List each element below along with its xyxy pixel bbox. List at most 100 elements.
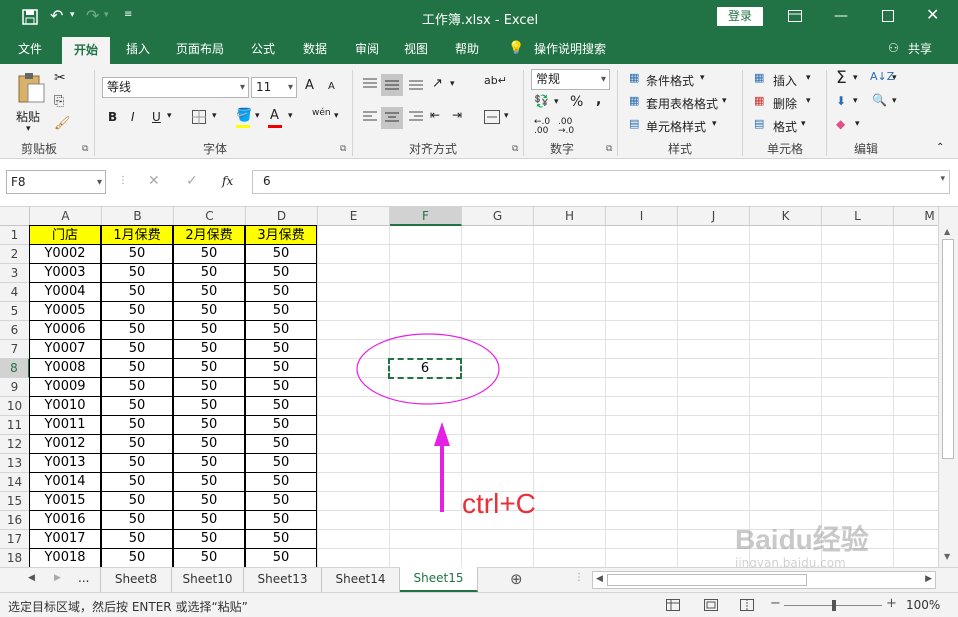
data-cell[interactable]: Y0005 [29,301,101,321]
paste-icon[interactable] [16,72,46,104]
header-cell[interactable]: 门店 [29,225,101,245]
column-header-g[interactable]: G [462,207,534,226]
data-cell[interactable]: 50 [173,301,245,321]
ribbon-display-icon[interactable] [788,10,802,22]
data-cell[interactable]: Y0013 [29,453,101,473]
row-header-18[interactable]: 18 [0,549,30,567]
bold-button[interactable]: B [108,110,117,124]
data-cell[interactable]: 50 [101,358,173,378]
shrink-font-button[interactable]: A [328,81,335,92]
column-header-f[interactable]: F [390,207,462,226]
font-color-dropdown-icon[interactable]: ▾ [288,111,293,121]
data-cell[interactable]: 50 [245,244,317,264]
data-cell[interactable]: 50 [173,282,245,302]
alignment-launcher-icon[interactable]: ⧉ [512,144,518,154]
select-all-button[interactable] [0,207,30,226]
data-cell[interactable]: 50 [101,282,173,302]
data-cell[interactable]: 50 [173,529,245,549]
horizontal-scroll-thumb[interactable] [607,574,807,586]
borders-icon[interactable] [192,110,206,124]
minimize-icon[interactable]: — [834,8,848,24]
column-header-b[interactable]: B [102,207,174,226]
font-size-select[interactable]: 11 ▾ [251,77,297,98]
italic-button[interactable]: I [131,110,135,124]
data-cell[interactable]: 50 [173,320,245,340]
merge-dropdown-icon[interactable]: ▾ [504,111,509,121]
tab-review[interactable]: 审阅 [348,34,386,64]
clear-dropdown-icon[interactable]: ▾ [855,119,860,129]
column-header-a[interactable]: A [30,207,102,226]
data-cell[interactable]: 50 [173,434,245,454]
find-select-dropdown-icon[interactable]: ▾ [892,96,897,106]
align-top-icon[interactable] [362,78,378,90]
column-header-j[interactable]: J [678,207,750,226]
data-cell[interactable]: 50 [245,472,317,492]
data-cell[interactable]: Y0008 [29,358,101,378]
row-header-8[interactable]: 8 [0,359,30,378]
data-cell[interactable]: 50 [173,453,245,473]
number-launcher-icon[interactable]: ⧉ [606,144,612,154]
data-cell[interactable]: 50 [245,529,317,549]
data-cell[interactable]: 50 [245,301,317,321]
row-header-13[interactable]: 13 [0,454,30,473]
column-header-i[interactable]: I [606,207,678,226]
data-cell[interactable]: 50 [101,396,173,416]
format-as-table-button[interactable]: 套用表格格式 [646,95,718,112]
row-header-14[interactable]: 14 [0,473,30,492]
data-cell[interactable]: Y0016 [29,510,101,530]
sheet-tab[interactable]: Sheet10 [172,568,244,592]
data-cell[interactable]: 50 [101,434,173,454]
data-cell[interactable]: 50 [173,491,245,511]
row-header-6[interactable]: 6 [0,321,30,340]
undo-icon[interactable]: ↶ [50,6,63,25]
data-cell[interactable]: 50 [173,358,245,378]
data-cell[interactable]: 50 [101,339,173,359]
align-center-icon[interactable] [384,112,400,124]
data-cell[interactable]: 50 [173,548,245,567]
name-box[interactable]: F8 ▾ [6,170,106,194]
data-cell[interactable]: 50 [173,339,245,359]
increase-indent-icon[interactable]: ⇥ [452,108,462,122]
tab-file[interactable]: 文件 [8,34,52,64]
header-cell[interactable]: 1月保费 [101,225,173,245]
expand-formula-icon[interactable]: ▾ [940,174,945,184]
data-cell[interactable]: 50 [245,282,317,302]
tab-help[interactable]: 帮助 [448,34,486,64]
maximize-icon[interactable] [882,10,894,22]
conditional-formatting-button[interactable]: 条件格式 [646,72,694,89]
prev-sheet-icon[interactable]: ◀ [28,573,35,583]
cut-icon[interactable]: ✂ [54,70,66,86]
find-select-icon[interactable]: 🔍 [872,93,887,107]
share-button[interactable]: 共享 [904,34,936,64]
row-header-7[interactable]: 7 [0,340,30,359]
data-cell[interactable]: Y0015 [29,491,101,511]
row-header-15[interactable]: 15 [0,492,30,511]
borders-dropdown-icon[interactable]: ▾ [212,111,217,121]
column-header-e[interactable]: E [318,207,390,226]
align-middle-icon[interactable] [384,79,400,91]
copy-icon[interactable]: ⎘ [54,94,64,109]
scroll-down-icon[interactable]: ▼ [944,552,950,561]
page-break-view-icon[interactable] [740,599,754,611]
data-cell[interactable]: 50 [101,244,173,264]
data-cell[interactable]: Y0010 [29,396,101,416]
font-color-button[interactable]: A [270,108,279,123]
data-cell[interactable]: 50 [101,320,173,340]
formula-input[interactable]: 6 ▾ [252,170,950,194]
format-cells-dropdown-icon[interactable]: ▾ [801,119,806,129]
data-cell[interactable]: 50 [101,491,173,511]
data-cell[interactable]: 50 [245,548,317,567]
fill-color-dropdown-icon[interactable]: ▾ [255,111,260,121]
row-header-2[interactable]: 2 [0,245,30,264]
data-cell[interactable]: 50 [245,491,317,511]
data-cell[interactable]: 50 [245,415,317,435]
zoom-in-icon[interactable]: + [886,596,897,611]
font-name-select[interactable]: 等线 ▾ [102,77,249,98]
column-header-d[interactable]: D [246,207,318,226]
tab-home[interactable]: 开始 [62,37,110,64]
clipboard-launcher-icon[interactable]: ⧉ [82,144,88,154]
row-header-9[interactable]: 9 [0,378,30,397]
data-cell[interactable]: Y0012 [29,434,101,454]
align-left-icon[interactable] [362,111,378,123]
vertical-scrollbar[interactable]: ▲ ▼ [938,207,958,567]
